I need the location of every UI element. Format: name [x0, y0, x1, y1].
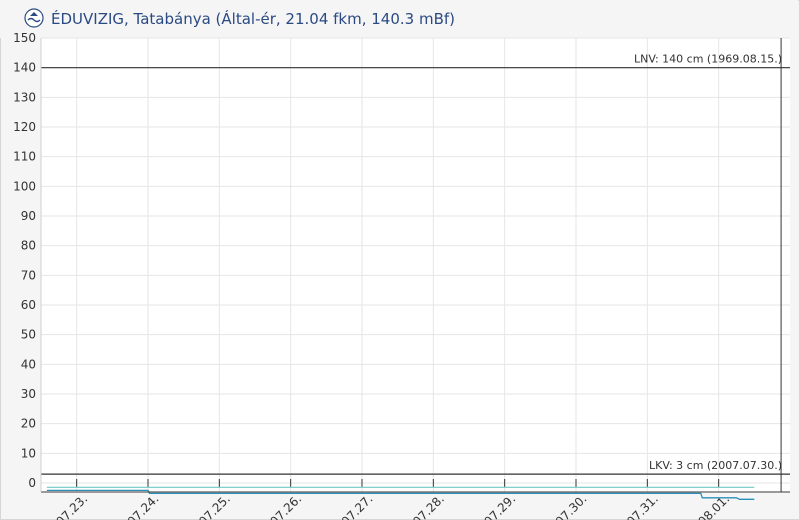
y-tick-label: 120	[13, 120, 36, 134]
reference-label-lnv: LNV: 140 cm (1969.08.15.)	[634, 53, 782, 66]
x-tick-label: 07.25.	[196, 492, 233, 520]
x-tick-label: 07.31.	[624, 492, 661, 520]
y-tick-label: 0	[28, 476, 36, 490]
y-tick-label: 30	[21, 387, 36, 401]
x-tick-label: 07.23.	[53, 492, 90, 520]
y-tick-label: 40	[21, 357, 36, 371]
x-tick-label: 07.29.	[481, 492, 518, 520]
y-tick-label: 100	[13, 179, 36, 193]
x-tick-label: 07.30.	[553, 492, 590, 520]
plot-area	[41, 38, 790, 493]
reference-label-lkv: LKV: 3 cm (2007.07.30.)	[649, 459, 782, 472]
y-tick-label: 10	[21, 446, 36, 460]
chart-canvas: 0 10 20 30 40 50 60 70 80 90 100 110 120 130 140 150 07…	[13, 31, 790, 520]
y-tick-label: 50	[21, 328, 36, 342]
y-tick-label: 90	[21, 209, 36, 223]
y-tick-label: 20	[21, 417, 36, 431]
y-tick-label: 60	[21, 298, 36, 312]
x-tick-label: 07.26.	[267, 492, 304, 520]
y-tick-label: 110	[13, 150, 36, 164]
y-tick-label: 140	[13, 61, 36, 75]
y-tick-label: 70	[21, 268, 36, 282]
x-tick-label: 08.01.	[695, 492, 732, 520]
y-tick-label: 80	[21, 239, 36, 253]
y-axis: 0 10 20 30 40 50 60 70 80 90 100 110 120 130 140 150	[13, 31, 36, 490]
y-tick-label: 150	[13, 31, 36, 45]
y-tick-label: 130	[13, 90, 36, 104]
x-tick-label: 07.27.	[339, 492, 376, 520]
x-tick-label: 07.28.	[410, 492, 447, 520]
x-tick-label: 07.24.	[125, 492, 162, 520]
